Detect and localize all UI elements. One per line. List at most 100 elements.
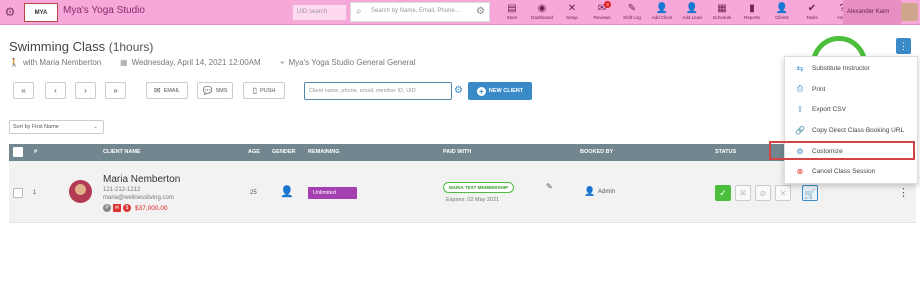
date-meta: ▦ Wednesday, April 14, 2021 12:00AM	[120, 58, 261, 67]
col-client-name[interactable]: CLIENT NAME	[103, 149, 141, 155]
chevron-left-icon: ‹	[54, 86, 57, 95]
class-duration: (1hours)	[108, 40, 154, 54]
col-num: #	[34, 149, 38, 155]
no-show-button[interactable]: ⊘	[755, 185, 771, 201]
schedule-icon: ▦	[717, 3, 727, 14]
new-client-button[interactable]: + NEW CLIENT	[468, 82, 532, 100]
col-gender[interactable]: GENDER	[272, 149, 296, 155]
calendar-icon: ▦	[120, 58, 128, 67]
nav-dashboard[interactable]: ◉ Dashboard	[527, 0, 557, 25]
col-booked-by[interactable]: BOOKED BY	[580, 149, 613, 155]
nav-tasks[interactable]: ✔ Tasks	[797, 0, 827, 25]
row-menu-icon[interactable]: ⋮	[898, 186, 909, 199]
client-phone: 121-212-1212	[103, 187, 141, 193]
logo-text: MYA	[34, 9, 48, 16]
menu-item-export-csv[interactable]: ⇪ Export CSV	[785, 101, 917, 117]
membership-badge[interactable]: MARIA TEST MEMBERSHIP	[443, 182, 515, 193]
menu-item-copy-url[interactable]: 🔗 Copy Direct Class Booking URL	[785, 122, 917, 138]
nav-clients[interactable]: 👤 Clients	[767, 0, 797, 25]
nav-label: Reviews	[593, 15, 611, 20]
setup-icon: ✕	[567, 3, 577, 14]
link-icon: 🔗	[795, 125, 805, 135]
user-menu[interactable]: Alexander Kaim	[843, 0, 901, 25]
search-icon: ⌕	[356, 6, 362, 17]
add-lead-icon: 👤	[685, 3, 699, 14]
cancel-icon: ⊗	[796, 166, 804, 176]
nav-reviews[interactable]: ✉ 3 Reviews	[587, 0, 617, 25]
shift-log-icon: ✎	[627, 3, 637, 14]
client-search-settings-icon[interactable]: ⚙	[454, 85, 463, 96]
menu-item-label: Copy Direct Class Booking URL	[812, 126, 905, 134]
sms-icon: 💬	[202, 86, 213, 95]
client-email: maria@wellnessliving.com	[103, 195, 174, 201]
sms-button[interactable]: 💬 SMS	[197, 82, 233, 99]
store-icon: ▤	[507, 3, 517, 14]
client-search-input[interactable]: Client name, phone, email, member ID, UI…	[304, 82, 452, 100]
client-name[interactable]: Maria Nemberton	[103, 174, 180, 185]
instructor-name: with Maria Nemberton	[22, 58, 102, 67]
class-name: Swimming Class	[9, 39, 106, 54]
nav-schedule[interactable]: ▦ Schedule	[707, 0, 737, 25]
top-bar: ⚙ MYA Mya's Yoga Studio UID search ⌕ Sea…	[0, 0, 920, 25]
sms-label: SMS	[215, 87, 228, 94]
avatar[interactable]	[901, 3, 918, 21]
menu-item-label: Substitute Instructor	[812, 64, 870, 72]
nav-store[interactable]: ▤ Store	[497, 0, 527, 25]
push-icon: ▯	[252, 86, 258, 95]
studio-name[interactable]: Mya's Yoga Studio	[63, 5, 145, 16]
dollar-icon[interactable]: $	[123, 204, 131, 212]
nav-label: Setup	[566, 15, 578, 20]
page-title: Swimming Class (1hours)	[9, 39, 153, 54]
next-button[interactable]: ›	[75, 82, 96, 99]
last-page-button[interactable]: »	[105, 82, 126, 99]
reports-icon: ▮	[749, 3, 755, 14]
row-checkbox[interactable]	[13, 188, 23, 198]
studio-logo[interactable]: MYA	[24, 3, 58, 22]
cancel-booking-button[interactable]: ✕	[775, 185, 791, 201]
push-label: PUSH	[260, 87, 276, 94]
global-search-input[interactable]: ⌕ Search by Name, Email, Phone... ⚙	[350, 2, 490, 22]
menu-item-cancel-session[interactable]: ⊗ Cancel Class Session	[785, 163, 917, 179]
menu-item-label: Export CSV	[812, 105, 846, 113]
email-icon: ✉	[153, 86, 161, 95]
search-settings-icon[interactable]: ⚙	[476, 6, 485, 17]
cart-button[interactable]: 🛒	[802, 185, 818, 201]
attended-check-button[interactable]: ✓	[715, 185, 731, 201]
client-avatar[interactable]	[69, 180, 92, 203]
nav-reports[interactable]: ▮ Reports	[737, 0, 767, 25]
gear-icon[interactable]: ⚙	[3, 5, 17, 19]
nav-shift-log[interactable]: ✎ Shift Log	[617, 0, 647, 25]
nav-label: Add Client	[651, 15, 673, 20]
late-cancel-button[interactable]: ⊠	[735, 185, 751, 201]
location-icon: ⌖	[280, 58, 285, 67]
first-page-button[interactable]: «	[13, 82, 34, 99]
profile-icon[interactable]: P	[103, 204, 111, 212]
row-number: 1	[33, 190, 37, 196]
col-status[interactable]: STATUS	[715, 149, 736, 155]
email-button[interactable]: ✉ EMAIL	[146, 82, 188, 99]
prev-button[interactable]: ‹	[45, 82, 66, 99]
double-chevron-left-icon: «	[21, 86, 26, 95]
uid-search-input[interactable]: UID search	[292, 4, 347, 21]
location-meta: ⌖ Mya's Yoga Studio General General	[280, 58, 415, 68]
class-menu-button[interactable]: ⋮	[896, 38, 911, 54]
nav-setup[interactable]: ✕ Setup	[557, 0, 587, 25]
menu-item-substitute[interactable]: ⇆ Substitute Instructor	[785, 60, 917, 76]
sort-select[interactable]: Sort by First Name ⌄	[9, 120, 104, 134]
col-age[interactable]: AGE	[248, 149, 260, 155]
top-nav: ▤ Store ◉ Dashboard ✕ Setup ✉ 3 Reviews ✎ Shif…	[497, 0, 857, 25]
nav-label: Clients	[775, 15, 789, 20]
edit-icon[interactable]: ✎	[546, 182, 553, 191]
mail-icon[interactable]: ✉	[113, 204, 121, 212]
client-balance: $37,000.00	[135, 204, 168, 212]
select-all-checkbox[interactable]	[13, 147, 23, 157]
push-button[interactable]: ▯ PUSH	[243, 82, 285, 99]
customize-highlight	[769, 141, 915, 160]
col-paid-with[interactable]: PAID WITH	[443, 149, 471, 155]
client-flags: P ✉ $ $37,000.00	[103, 204, 168, 212]
nav-add-lead[interactable]: 👤 Add Lead	[677, 0, 707, 25]
menu-item-print[interactable]: ⎙ Print	[785, 81, 917, 97]
nav-add-client[interactable]: 👤 Add Client	[647, 0, 677, 25]
col-remaining[interactable]: REMAINING	[308, 149, 339, 155]
nav-label: Reports	[744, 15, 760, 20]
